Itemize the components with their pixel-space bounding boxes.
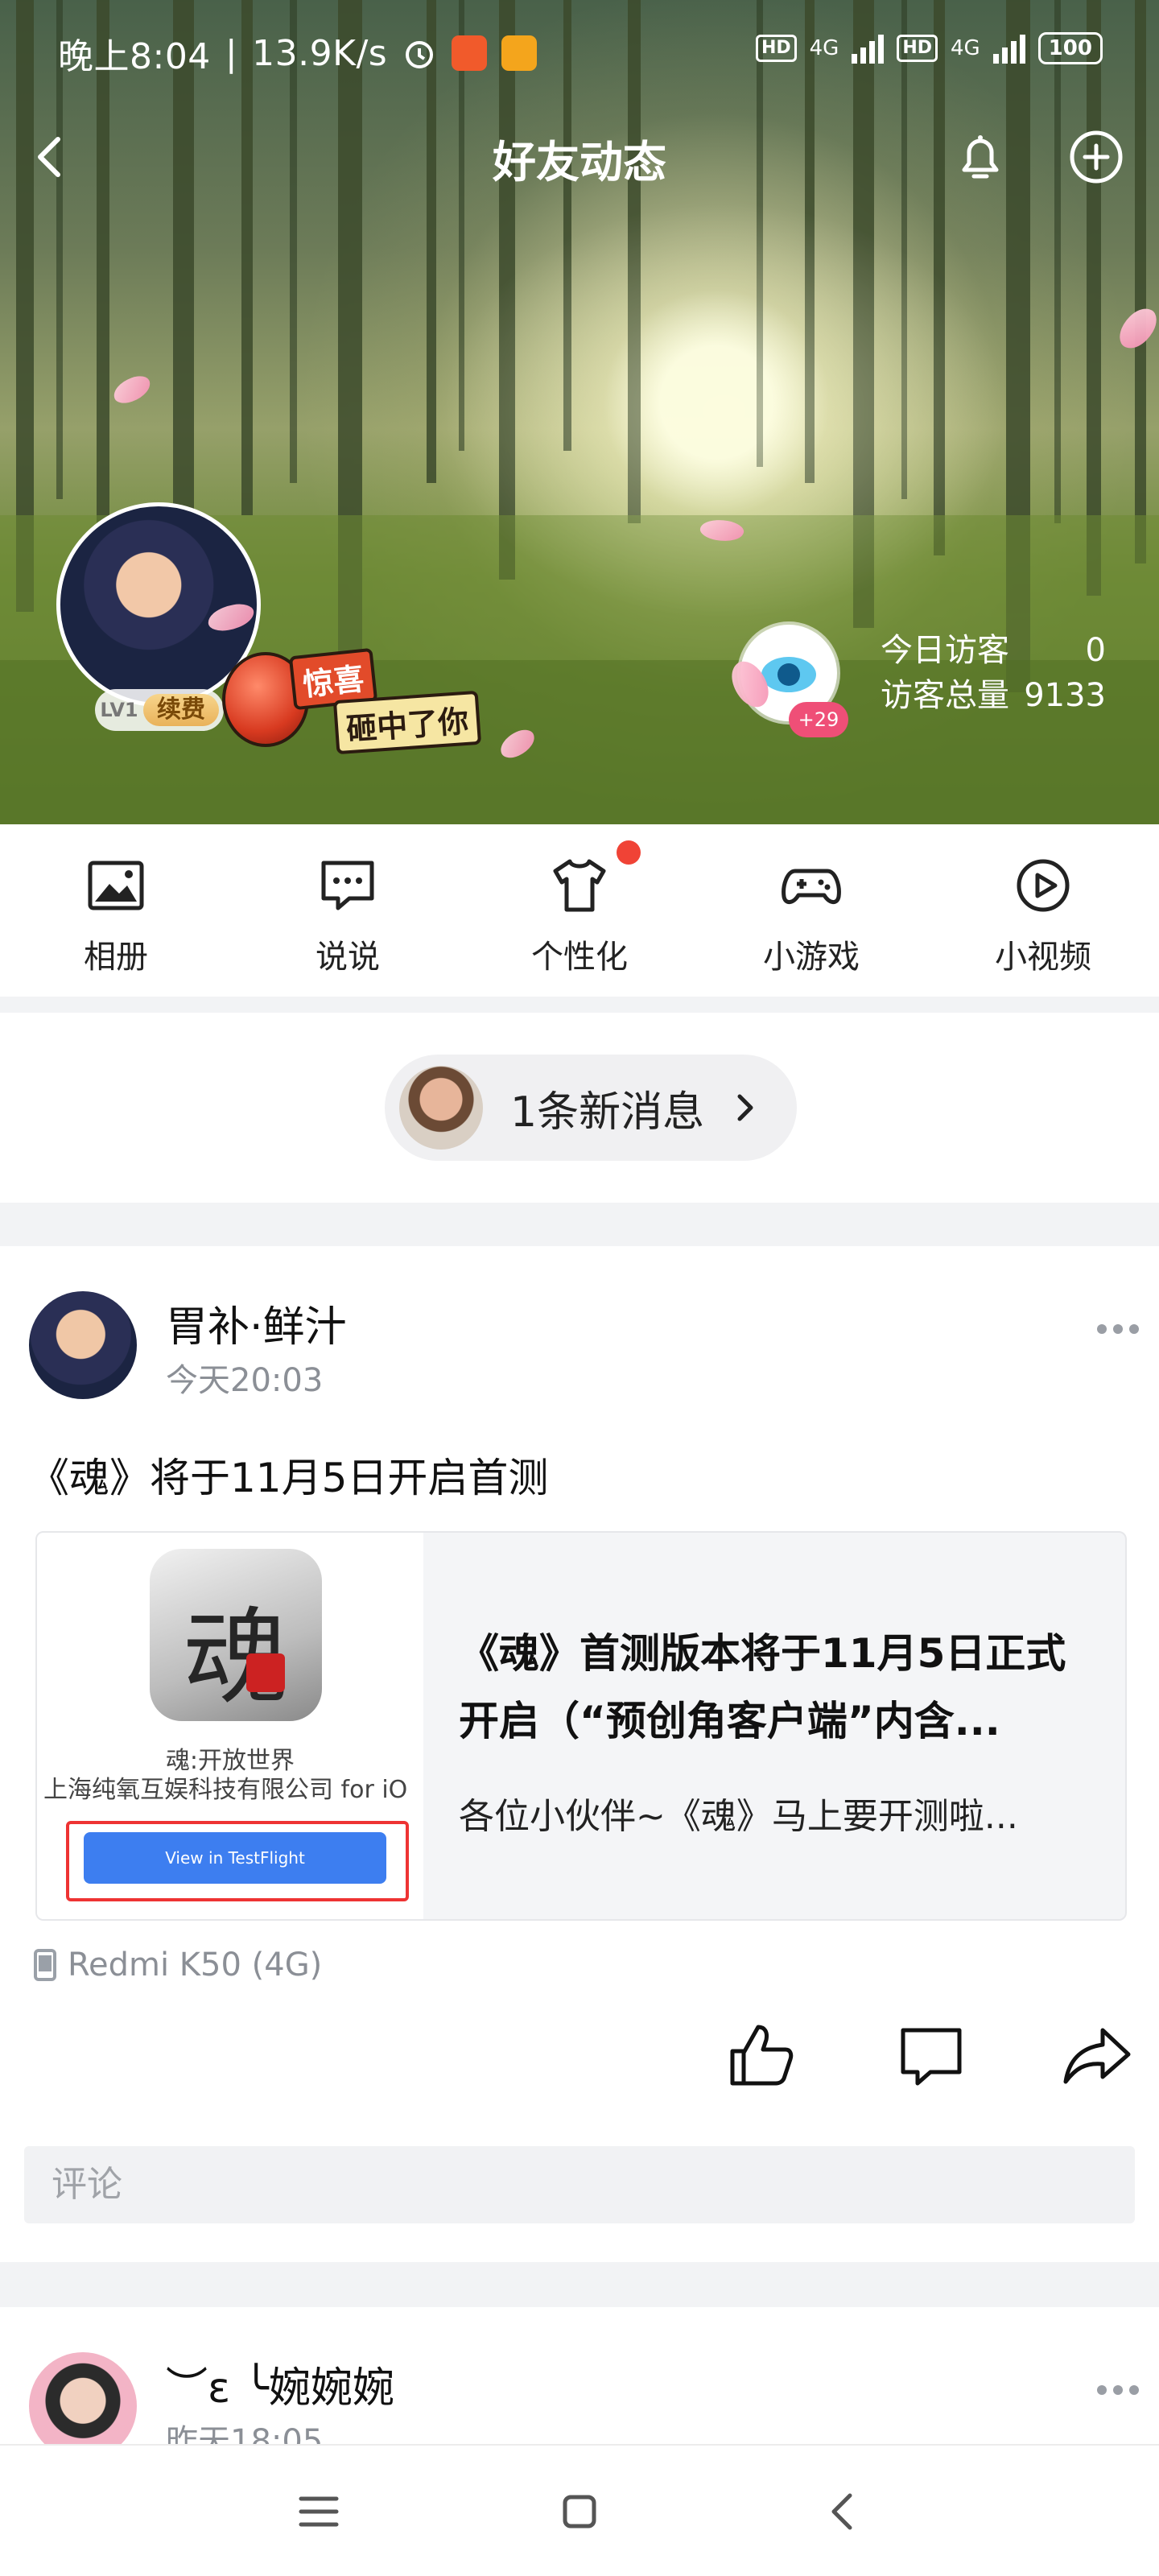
status-separator: | [225,32,238,74]
tshirt-icon [553,859,606,912]
network-label-2: 4G [951,36,980,60]
post-author-avatar[interactable] [29,1291,137,1399]
link-title: 《魂》首测版本将于11月5日正式开启（“预创角客户端”内含... [459,1630,1066,1744]
signal-icon-2 [992,33,1025,64]
shared-link-card[interactable]: 魂 魂:开放世界 上海纯氧互娱科技有限公司 for iO View in Tes… [35,1531,1127,1921]
notification-dot [617,840,641,865]
comment-icon[interactable] [895,2019,967,2091]
add-circle-icon[interactable] [1066,126,1127,188]
total-visitors-value: 9133 [1024,677,1106,714]
network-label: 4G [809,36,839,60]
new-message-button[interactable]: 1条新消息 [385,1055,797,1161]
nav-item-moments[interactable]: 说说 [232,824,464,997]
like-icon[interactable] [724,2019,797,2091]
phone-icon [34,1949,56,1981]
sticker-text-2: 砸中了你 [332,690,482,755]
device-label: Redmi K50 (4G) [68,1946,323,1984]
menu-icon[interactable] [295,2487,343,2536]
home-icon[interactable] [555,2487,604,2536]
thumb-company: 上海纯氧互娱科技有限公司 for iO [43,1776,408,1804]
renew-label: 续费 [143,694,219,726]
surprise-sticker[interactable]: 惊喜 砸中了你 [222,644,504,765]
app-icon-glyph: 魂 [183,1596,288,1719]
today-visitors-value: 0 [1085,632,1106,669]
visitor-count-badge: +29 [789,702,848,737]
photo-icon [88,861,144,910]
link-description: 各位小伙伴~《魂》马上要开测啦... [459,1796,1018,1837]
nav-item-games[interactable]: 小游戏 [695,824,927,997]
feed-post: 胃补·鲜汁 今天20:03 《魂》将于11月5日开启首测 魂 魂:开放世界 上海… [0,1246,1159,2262]
device-info: Redmi K50 (4G) [32,1946,322,1984]
status-left: 晚上8:04 | 13.9K/s [58,27,538,79]
nav-label-personalize: 个性化 [531,939,628,976]
total-visitors-label: 访客总量 [881,677,1009,714]
post-author-name[interactable]: 胃补·鲜汁 [166,1293,347,1353]
eye-pupil [777,663,800,686]
new-message-avatar [399,1066,483,1150]
status-speed: 13.9K/s [252,32,388,74]
more-options-icon[interactable] [1096,1323,1140,1335]
nav-item-videos[interactable]: 小视频 [927,824,1159,997]
post-time: 今天20:03 [166,1362,324,1399]
hd-icon: HD [755,35,797,62]
nav-item-album[interactable]: 相册 [0,824,232,997]
chat-bubble-icon [321,861,374,910]
sun-glow [419,185,1030,636]
back-icon[interactable] [819,2487,868,2536]
bell-icon[interactable] [950,126,1011,188]
today-visitors-row: 今日访客 0 [881,628,1106,673]
alarm-icon [406,41,434,68]
page: 晚上8:04 | 13.9K/s HD 4G HD 4G 100 好友动态 LV… [0,0,1159,2576]
nav-label-games: 小游戏 [763,939,860,976]
top-navigation: 好友动态 [0,117,1159,197]
nav-item-personalize[interactable]: 个性化 [464,824,695,997]
total-visitors-row: 访客总量 9133 [881,673,1106,718]
share-icon[interactable] [1061,2019,1133,2091]
level-badge[interactable]: LV1 续费 [95,689,224,731]
status-bar: 晚上8:04 | 13.9K/s HD 4G HD 4G 100 [0,0,1159,105]
level-label: LV1 [100,699,138,721]
status-time: 晚上8:04 [58,36,211,77]
status-right: HD 4G HD 4G 100 [755,32,1103,64]
play-circle-icon [1017,859,1070,912]
nav-label-moments: 说说 [316,939,380,976]
today-visitors-label: 今日访客 [881,632,1009,669]
new-message-text: 1条新消息 [510,1088,705,1137]
post-text: 《魂》将于11月5日开启首测 [29,1455,549,1501]
nav-label-album: 相册 [84,939,148,976]
post-actions [0,2019,1159,2116]
feature-nav: 相册 说说 个性化 小游戏 小视频 [0,824,1159,997]
hd-icon-2: HD [897,35,938,62]
link-thumbnail: 魂 魂:开放世界 上海纯氧互娱科技有限公司 for iO View in Tes… [37,1533,423,1919]
nav-label-videos: 小视频 [995,939,1091,976]
battery-icon: 100 [1037,32,1103,64]
seal-mark [246,1653,285,1692]
new-message-section: 1条新消息 [0,1013,1159,1203]
signal-icon [852,33,885,64]
taobao-notification-icon [452,35,488,71]
system-navigation-bar [0,2444,1159,2576]
more-options-icon[interactable] [1096,2384,1140,2396]
chevron-right-icon [737,1094,753,1121]
testflight-button: View in TestFlight [84,1832,386,1884]
game-app-icon: 魂 [150,1549,322,1721]
post-author-name[interactable]: ︶ε ╰婉婉婉 [166,2354,394,2414]
comment-input[interactable]: 评论 [24,2146,1135,2223]
gamepad-icon [782,869,841,904]
visitor-stats[interactable]: 今日访客 0 访客总量 9133 [881,628,1106,718]
notes-notification-icon [501,35,538,71]
